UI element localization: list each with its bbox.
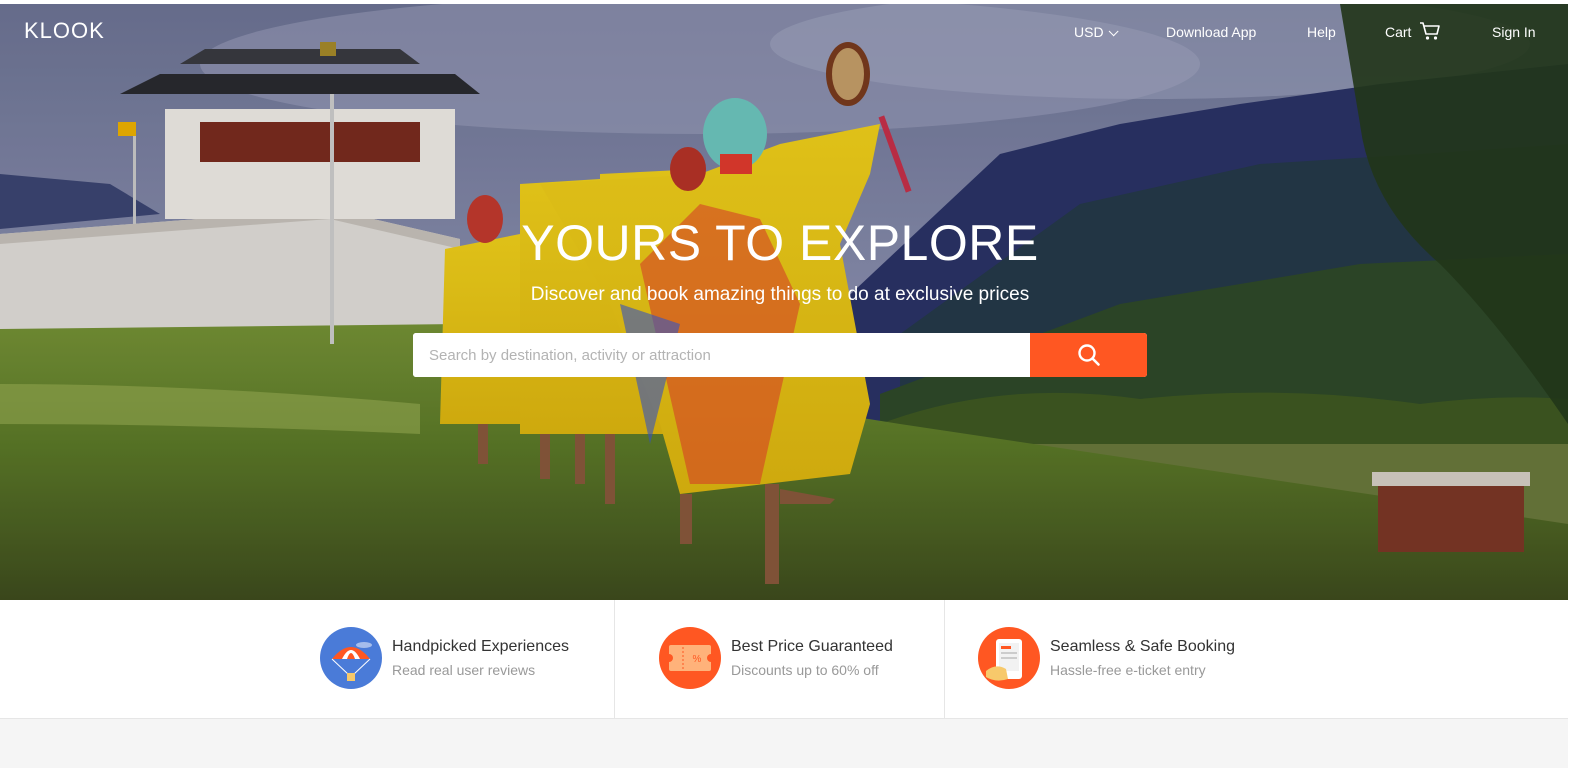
hero-banner: KLOOK USD Download App Help Cart Sign In… [0,4,1568,600]
hero-title: YOURS TO EXPLORE [521,215,1039,271]
feature-divider [614,600,615,718]
feature-handpicked: Handpicked Experiences Read real user re… [320,600,610,718]
search-bar [413,333,1147,377]
search-button[interactable] [1030,333,1147,377]
currency-selector[interactable]: USD [1074,24,1119,40]
hero-subtitle: Discover and book amazing things to do a… [530,284,1030,305]
help-link[interactable]: Help [1307,24,1336,40]
feature-best-price: % Best Price Guaranteed Discounts up to … [659,600,939,718]
features-bar: Handpicked Experiences Read real user re… [0,600,1568,719]
feature-title: Best Price Guaranteed [731,638,893,655]
scrollbar-gutter [1568,0,1579,768]
klook-logo[interactable]: KLOOK [24,18,105,44]
feature-divider [944,600,945,718]
search-icon [1077,344,1100,366]
download-app-link[interactable]: Download App [1166,24,1256,40]
parachute-icon [320,627,382,689]
sign-in-link[interactable]: Sign In [1492,24,1536,40]
search-input[interactable] [413,333,1030,377]
cart-icon [1420,22,1441,40]
ticket-icon: % [659,627,721,689]
feature-title: Handpicked Experiences [392,638,569,655]
cart-label: Cart [1385,24,1412,40]
feature-title: Seamless & Safe Booking [1050,638,1235,655]
feature-subtitle: Read real user reviews [392,662,536,678]
feature-safe-booking: Seamless & Safe Booking Hassle-free e-ti… [978,600,1278,718]
svg-text:%: % [693,654,702,665]
phone-ticket-icon [978,627,1040,689]
cart-link[interactable]: Cart [1385,22,1441,41]
feature-subtitle: Discounts up to 60% off [731,662,879,678]
currency-label: USD [1074,24,1104,40]
feature-subtitle: Hassle-free e-ticket entry [1050,662,1206,678]
